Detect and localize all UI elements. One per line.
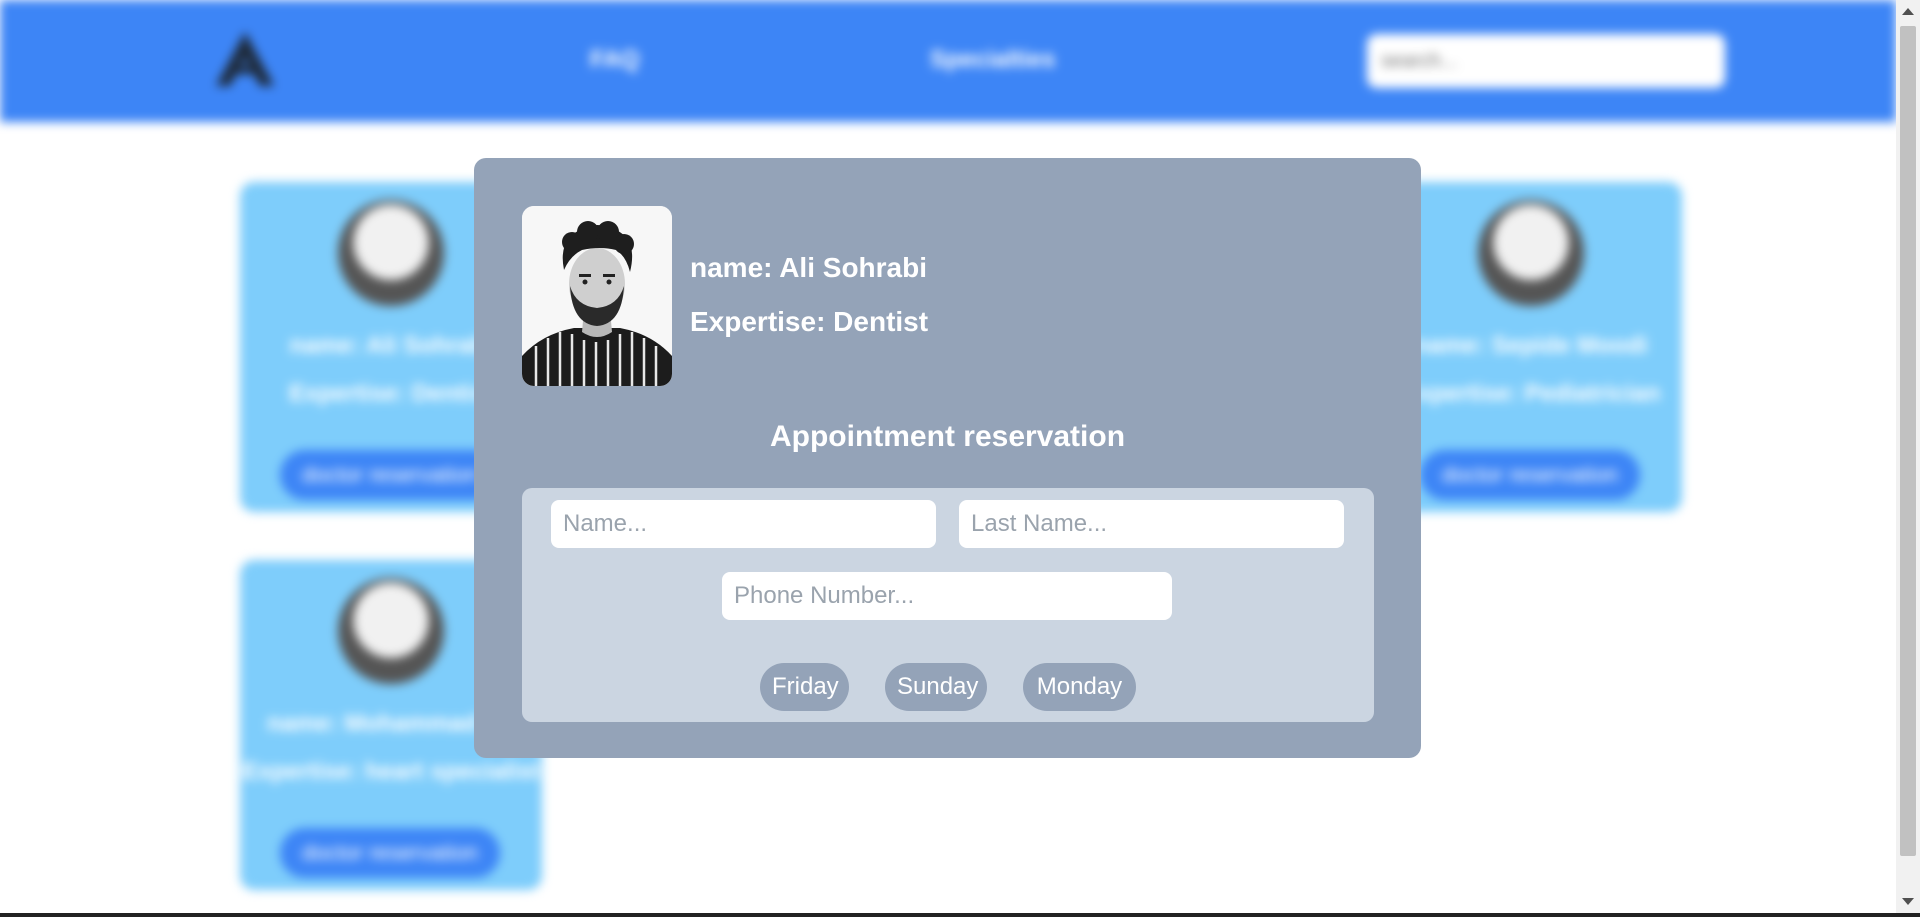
doctor-photo (522, 206, 672, 386)
appointment-modal: name: Ali Sohrabi Expertise: Dentist App… (474, 158, 1421, 758)
scroll-thumb[interactable] (1900, 26, 1916, 856)
day-button-monday[interactable]: Monday (1023, 663, 1136, 711)
name-field[interactable] (551, 500, 936, 548)
last-name-field[interactable] (959, 500, 1344, 548)
modal-title: Appointment reservation (769, 420, 1126, 453)
doctor-expertise: Expertise: Dentist (690, 306, 929, 337)
doctor-name: name: Ali Sohrabi (690, 252, 928, 283)
phone-number-field[interactable] (722, 572, 1172, 620)
doctor-portrait-icon (522, 206, 672, 386)
vertical-scrollbar[interactable] (1896, 0, 1920, 913)
day-button-friday[interactable]: Friday (760, 663, 849, 711)
scroll-down-icon[interactable] (1902, 898, 1914, 905)
reservation-form: Friday Sunday Monday (522, 488, 1374, 722)
day-button-sunday[interactable]: Sunday (885, 663, 987, 711)
scroll-up-icon[interactable] (1902, 8, 1914, 15)
window-bottom-edge (0, 913, 1920, 917)
